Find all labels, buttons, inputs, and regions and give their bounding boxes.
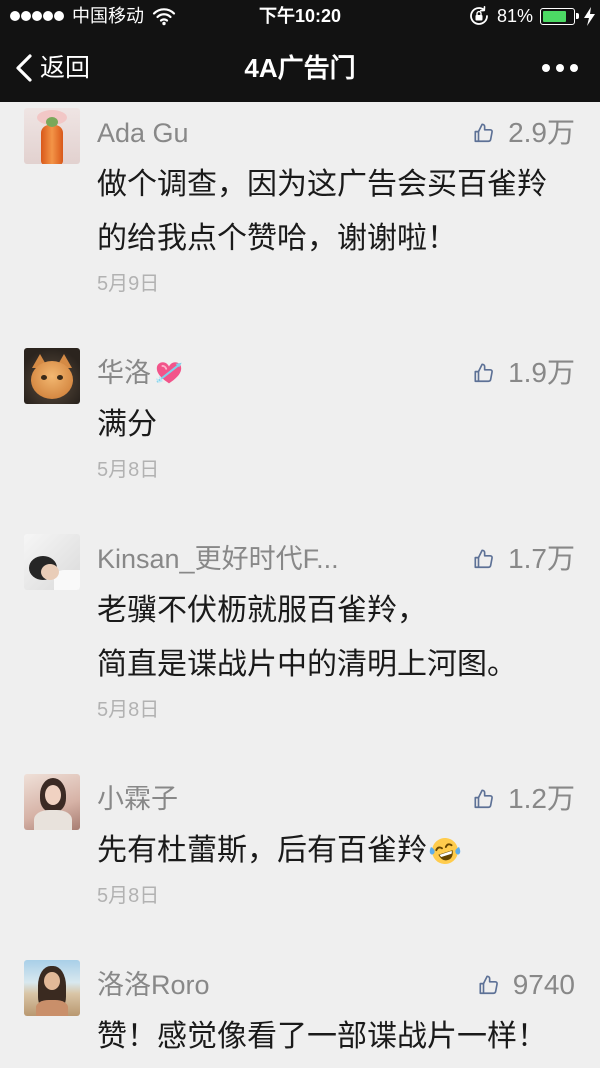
like-count: 9740 (512, 969, 575, 1000)
signal-dot (21, 11, 31, 21)
thumbs-up-icon (473, 548, 495, 570)
face-with-tears-of-joy-emoji-icon (429, 838, 461, 864)
comment-text: 赞！感觉像看了一部谍战片一样！ (97, 1010, 575, 1064)
comment-line: 做个调查，因为这广告会买百雀羚 (97, 168, 547, 201)
more-dots-icon[interactable] (542, 64, 578, 72)
status-time: 下午10:20 (258, 6, 342, 26)
comment-line: 赞！感觉像看了一部谍战片一样！ (97, 1020, 547, 1053)
status-bar: 中国移动 下午10:20 81% (0, 0, 600, 32)
nav-bar: 返回 4A广告门 (0, 32, 600, 102)
comment-header: 华洛 1.9万 (97, 348, 575, 398)
commenter-name: Kinsan_更好时代F... (97, 544, 339, 574)
avatar (24, 774, 80, 830)
like-count: 2.9万 (508, 117, 575, 148)
carrier-name: 中国移动 (72, 6, 144, 26)
avatar-part (31, 361, 73, 399)
signal-dots-icon (10, 11, 64, 21)
comment-date: 5月8日 (97, 459, 160, 481)
commenter-name: 华洛 (97, 358, 151, 388)
comment-line: 简直是谍战片中的清明上河图。 (97, 648, 517, 681)
avatar (24, 960, 80, 1016)
comment-header: 洛洛Roro 9740 (97, 960, 575, 1010)
comment-header: Kinsan_更好时代F... 1.7万 (97, 534, 575, 584)
wifi-icon (152, 8, 176, 26)
comment-item: Ada Gu 2.9万 做个调查，因为这广告会买百雀羚 的给我点个赞哈，谢谢啦！… (0, 108, 600, 302)
avatar-part (41, 564, 59, 580)
avatar-part (41, 125, 63, 164)
commenter-name: 小霖子 (97, 784, 178, 814)
signal-dot (43, 11, 53, 21)
avatar (24, 348, 80, 404)
more-dot (542, 64, 550, 72)
commenter-name-row: 华洛 (97, 348, 184, 398)
comment-header: Ada Gu 2.9万 (97, 108, 575, 158)
comment-line: 的给我点个赞哈，谢谢啦！ (97, 222, 457, 255)
more-dot (556, 64, 564, 72)
more-dot (570, 64, 578, 72)
signal-dot (32, 11, 42, 21)
like-button[interactable]: 2.9万 (473, 108, 575, 158)
signal-dot (54, 11, 64, 21)
avatar-part (45, 785, 61, 805)
comment-text: 做个调查，因为这广告会买百雀羚 的给我点个赞哈，谢谢啦！ (97, 158, 575, 266)
charging-bolt-icon (584, 7, 595, 26)
comment-item: 洛洛Roro 9740 赞！感觉像看了一部谍战片一样！ (0, 960, 600, 1064)
page-title: 4A广告门 (244, 53, 356, 83)
battery-icon (540, 8, 579, 25)
like-button[interactable]: 9740 (478, 960, 575, 1010)
battery-cap (576, 13, 579, 19)
avatar-part (57, 375, 63, 380)
signal-dot (10, 11, 20, 21)
avatar (24, 534, 80, 590)
comment-date: 5月8日 (97, 699, 160, 721)
like-button[interactable]: 1.7万 (473, 534, 575, 584)
heart-with-arrow-emoji-icon (156, 362, 182, 384)
avatar-part (44, 972, 60, 990)
comment-text: 满分 (97, 398, 575, 452)
like-count: 1.7万 (508, 543, 575, 574)
comment-text: 先有杜蕾斯，后有百雀羚 (97, 824, 575, 878)
battery-percent: 81% (497, 6, 534, 26)
battery-fill (543, 11, 567, 22)
avatar-part (36, 1000, 68, 1016)
comment-header: 小霖子 1.2万 (97, 774, 575, 824)
like-button[interactable]: 1.2万 (473, 774, 575, 824)
commenter-name: 洛洛Roro (97, 970, 210, 1000)
like-count: 1.9万 (508, 357, 575, 388)
comment-item: Kinsan_更好时代F... 1.7万 老骥不伏枥就服百雀羚， 简直是谍战片中… (0, 534, 600, 728)
comment-text: 老骥不伏枥就服百雀羚， 简直是谍战片中的清明上河图。 (97, 584, 575, 692)
avatar (24, 108, 80, 164)
top-bar: 中国移动 下午10:20 81% 返回 4A广告门 (0, 0, 600, 102)
commenter-name: Ada Gu (97, 118, 189, 148)
comment-line: 满分 (97, 408, 157, 441)
comment-line: 先有杜蕾斯，后有百雀羚 (97, 834, 427, 867)
avatar-part (41, 375, 47, 380)
avatar-part (46, 117, 58, 127)
thumbs-up-icon (473, 122, 495, 144)
comment-date: 5月8日 (97, 885, 160, 907)
comment-item: 小霖子 1.2万 先有杜蕾斯，后有百雀羚 5月8日 (0, 774, 600, 914)
thumbs-up-icon (473, 788, 495, 810)
comment-line: 老骥不伏枥就服百雀羚， (97, 594, 427, 627)
comment-line-row: 先有杜蕾斯，后有百雀羚 (97, 824, 575, 878)
thumbs-up-icon (478, 974, 500, 996)
back-button[interactable]: 返回 (13, 47, 90, 89)
comment-list[interactable]: Ada Gu 2.9万 做个调查，因为这广告会买百雀羚 的给我点个赞哈，谢谢啦！… (0, 108, 600, 1068)
like-button[interactable]: 1.9万 (473, 348, 575, 398)
thumbs-up-icon (473, 362, 495, 384)
chevron-left-icon (16, 54, 32, 82)
orientation-lock-icon (470, 6, 488, 25)
back-label: 返回 (40, 54, 91, 82)
avatar-part (34, 810, 72, 830)
comment-item: 华洛 1.9万 满分 5月8日 (0, 348, 600, 488)
comment-date: 5月9日 (97, 273, 160, 295)
like-count: 1.2万 (508, 783, 575, 814)
